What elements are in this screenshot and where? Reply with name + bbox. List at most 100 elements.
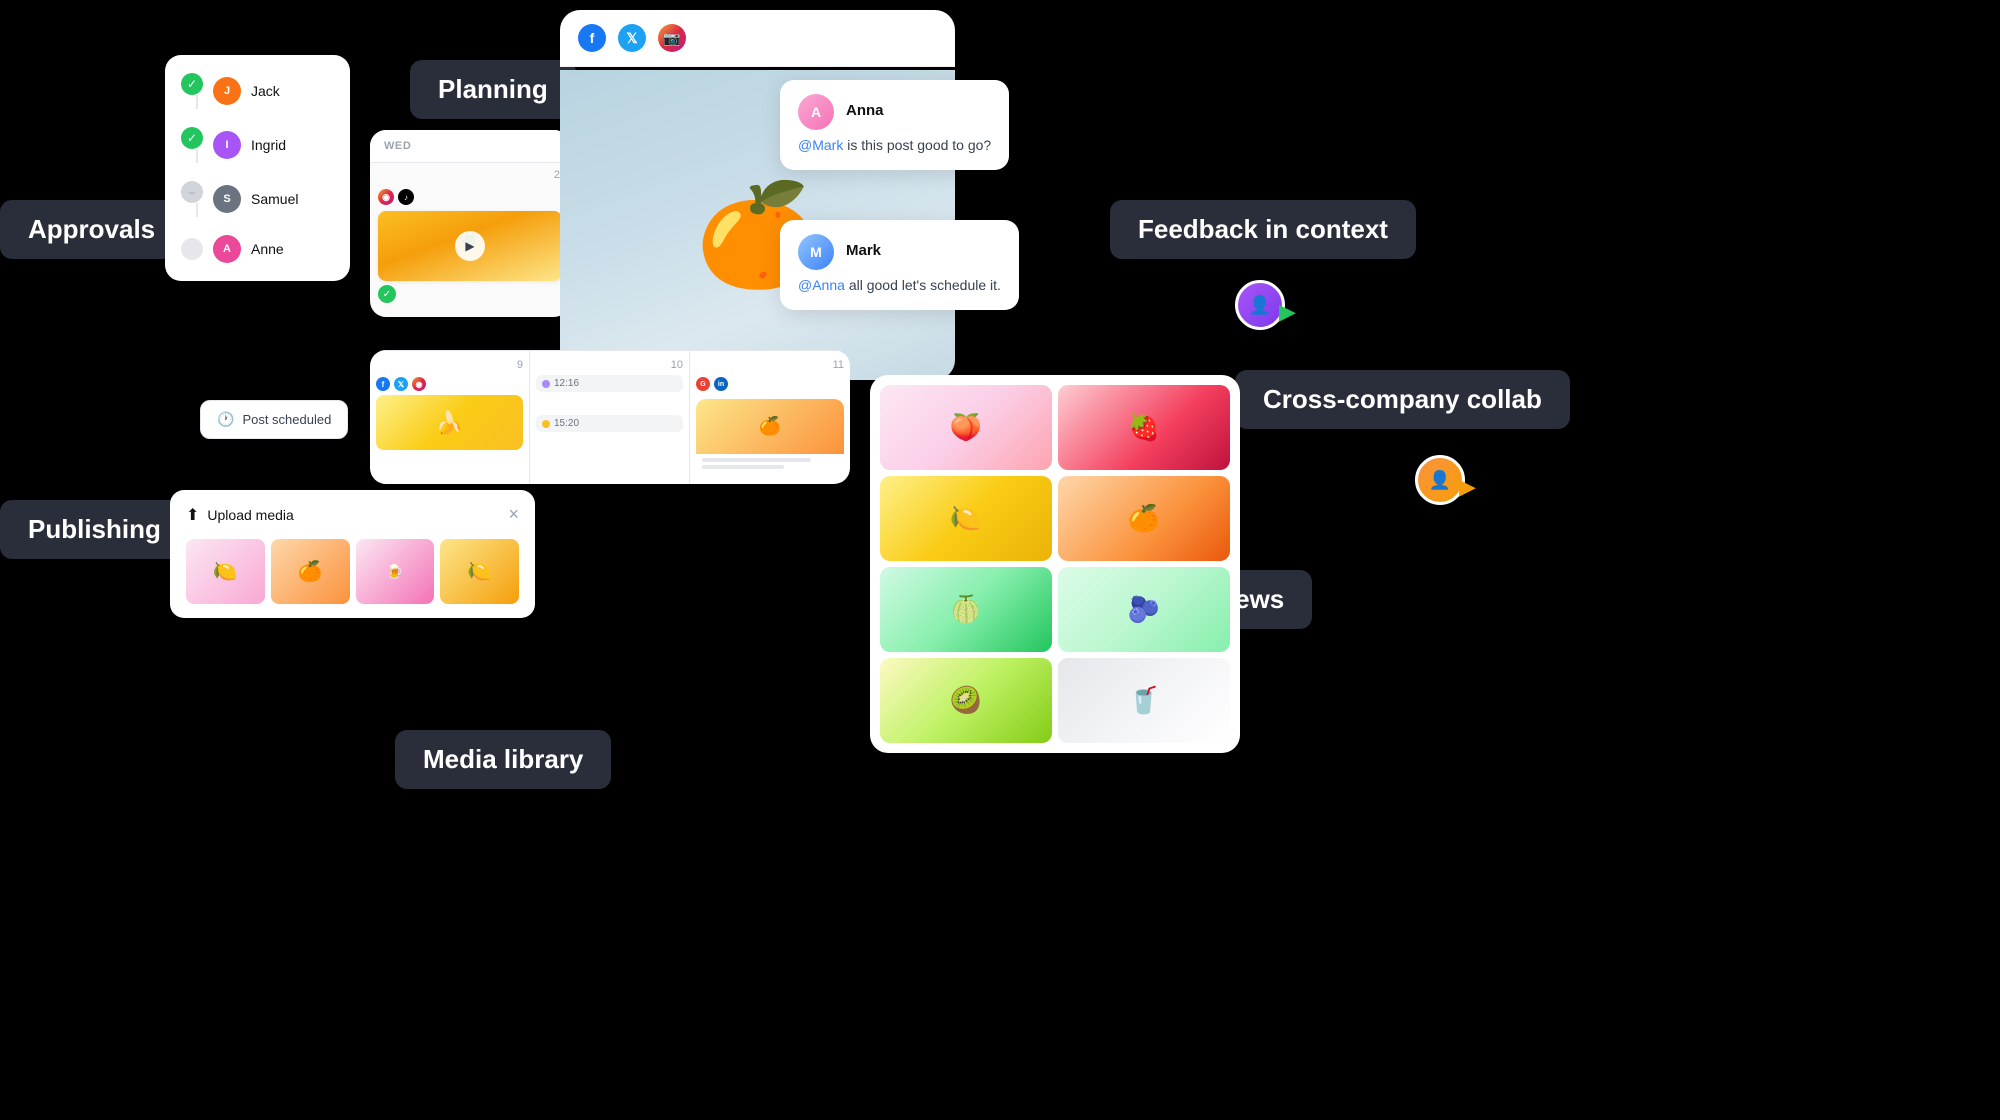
media-thumb-4[interactable]: 🍋 <box>440 539 519 604</box>
day-10: 10 <box>536 359 683 371</box>
planning-card: WED 2 ◉ ♪ 🍍 ▶ ✓ <box>370 130 570 317</box>
grid-photo-1: 🍑 <box>880 385 1052 470</box>
media-title-text: Upload media <box>207 507 293 523</box>
play-button[interactable]: ▶ <box>455 231 485 261</box>
post-img-11: 🍊 <box>696 399 844 454</box>
ig-icon-9: ◉ <box>412 377 426 391</box>
anna-message: @Mark is this post good to go? <box>798 136 991 156</box>
mark-avatar: M <box>798 234 834 270</box>
mark-feedback-bubble: M Mark @Anna all good let's schedule it. <box>780 220 1019 310</box>
pineapple-img: 🍍 ▶ <box>378 211 562 281</box>
check-circle-green: ✓ <box>378 285 396 303</box>
pointer-arrow-2: ▶ <box>1459 474 1476 500</box>
grid-view-card: 🍑 🍓 🍋 🍊 🍈 🫐 🥝 🥤 <box>870 375 1240 753</box>
gm-icon-11: G <box>696 377 710 391</box>
post-text-lines <box>696 454 844 476</box>
day11-social: G in <box>696 375 844 395</box>
user-pointer-2: 👤 ▶ <box>1415 455 1476 505</box>
check-icon-jack: ✓ <box>181 73 203 95</box>
mark-message: @Anna all good let's schedule it. <box>798 276 1001 296</box>
media-title: ⬆ Upload media <box>186 505 294 525</box>
media-header: ⬆ Upload media × <box>186 504 519 525</box>
approval-item-anne: A Anne <box>181 235 334 263</box>
text-line-2 <box>702 465 784 469</box>
publishing-badge: Publishing <box>0 500 189 559</box>
li-icon-11: in <box>714 377 728 391</box>
grid-photo-4: 🍊 <box>1058 476 1230 561</box>
facebook-icon[interactable]: f <box>578 24 606 52</box>
mark-name: Mark <box>846 242 881 259</box>
media-library-card: ⬆ Upload media × 🍋 🍊 🍺 🍋 <box>170 490 535 618</box>
large-calendar-card: 9 f 𝕏 ◉ 🍌 10 12:16 15:20 11 <box>370 350 850 484</box>
calendar-header-wed: WED <box>370 130 570 163</box>
media-library-badge: Media library <box>395 730 611 789</box>
dot-purple <box>542 380 550 388</box>
grid-photo-7: 🥝 <box>880 658 1052 743</box>
name-samuel: Samuel <box>251 191 298 207</box>
approvals-card: ✓ J Jack ✓ I Ingrid – S Samuel A Anne <box>165 55 350 281</box>
day-9: 9 <box>376 359 523 371</box>
check-icon-samuel: – <box>181 181 203 203</box>
spacer <box>536 395 683 415</box>
planning-badge: Planning <box>410 60 576 119</box>
name-ingrid: Ingrid <box>251 137 286 153</box>
media-thumb-1[interactable]: 🍋 <box>186 539 265 604</box>
clock-icon: 🕐 <box>217 411 234 428</box>
instagram-icon-main[interactable]: 📷 <box>658 24 686 52</box>
tiktok-icon: ♪ <box>398 189 414 205</box>
day-11: 11 <box>696 359 844 371</box>
fb-icon-9: f <box>376 377 390 391</box>
mark-mention: @Anna <box>798 277 845 293</box>
media-thumb-3[interactable]: 🍺 <box>356 539 435 604</box>
calendar-grid: 9 f 𝕏 ◉ 🍌 10 12:16 15:20 11 <box>370 350 850 484</box>
day9-image: 🍌 <box>376 395 523 450</box>
calendar-post-pineapple: 🍍 ▶ <box>378 211 562 281</box>
social-icons-row: ◉ ♪ <box>370 183 570 207</box>
anna-mention: @Mark <box>798 137 843 153</box>
tw-icon-9: 𝕏 <box>394 377 408 391</box>
media-close-button[interactable]: × <box>508 504 519 525</box>
name-anne: Anne <box>251 241 284 257</box>
post-scheduled-badge: 🕐 Post scheduled <box>200 400 348 439</box>
anna-avatar: A <box>798 94 834 130</box>
user-pointer-1: 👤 ▶ <box>1235 280 1296 330</box>
cal-event-1216: 12:16 <box>536 375 683 392</box>
time-1520: 15:20 <box>554 418 579 429</box>
approval-item-jack: ✓ J Jack <box>181 73 334 109</box>
grid-photo-6: 🫐 <box>1058 567 1230 652</box>
name-jack: Jack <box>251 83 280 99</box>
user-avatar-1: 👤 <box>1235 280 1285 330</box>
twitter-icon[interactable]: 𝕏 <box>618 24 646 52</box>
cal-event-1520: 15:20 <box>536 415 683 432</box>
grid-photo-8: 🥤 <box>1058 658 1230 743</box>
approval-item-ingrid: ✓ I Ingrid <box>181 127 334 163</box>
media-grid: 🍋 🍊 🍺 🍋 <box>186 539 519 604</box>
pointer-arrow-1: ▶ <box>1279 299 1296 325</box>
cal-col-9: 9 f 𝕏 ◉ 🍌 <box>370 351 530 484</box>
check-icon-anne <box>181 238 203 260</box>
avatar-jack: J <box>213 77 241 105</box>
day-num-2: 2 <box>370 163 570 183</box>
day9-social: f 𝕏 ◉ <box>376 375 523 395</box>
anna-name: Anna <box>846 102 884 119</box>
mark-text: all good let's schedule it. <box>849 277 1001 293</box>
avatar-anne: A <box>213 235 241 263</box>
user-avatar-2: 👤 <box>1415 455 1465 505</box>
post-preview-11: 🍊 <box>696 399 844 476</box>
approvals-badge: Approvals <box>0 200 183 259</box>
text-line-1 <box>702 458 811 462</box>
grid-photo-3: 🍋 <box>880 476 1052 561</box>
anna-text: is this post good to go? <box>847 137 991 153</box>
cal-col-11: 11 G in 🍊 <box>690 351 850 484</box>
avatar-samuel: S <box>213 185 241 213</box>
grid-photo-5: 🍈 <box>880 567 1052 652</box>
dot-yellow <box>542 420 550 428</box>
avatar-ingrid: I <box>213 131 241 159</box>
instagram-icon: ◉ <box>378 189 394 205</box>
upload-icon: ⬆ <box>186 505 199 525</box>
feedback-badge: Feedback in context <box>1110 200 1416 259</box>
cross-company-badge: Cross-company collab <box>1235 370 1570 429</box>
post-scheduled-text: Post scheduled <box>242 412 331 427</box>
approval-item-samuel: – S Samuel <box>181 181 334 217</box>
media-thumb-2[interactable]: 🍊 <box>271 539 350 604</box>
